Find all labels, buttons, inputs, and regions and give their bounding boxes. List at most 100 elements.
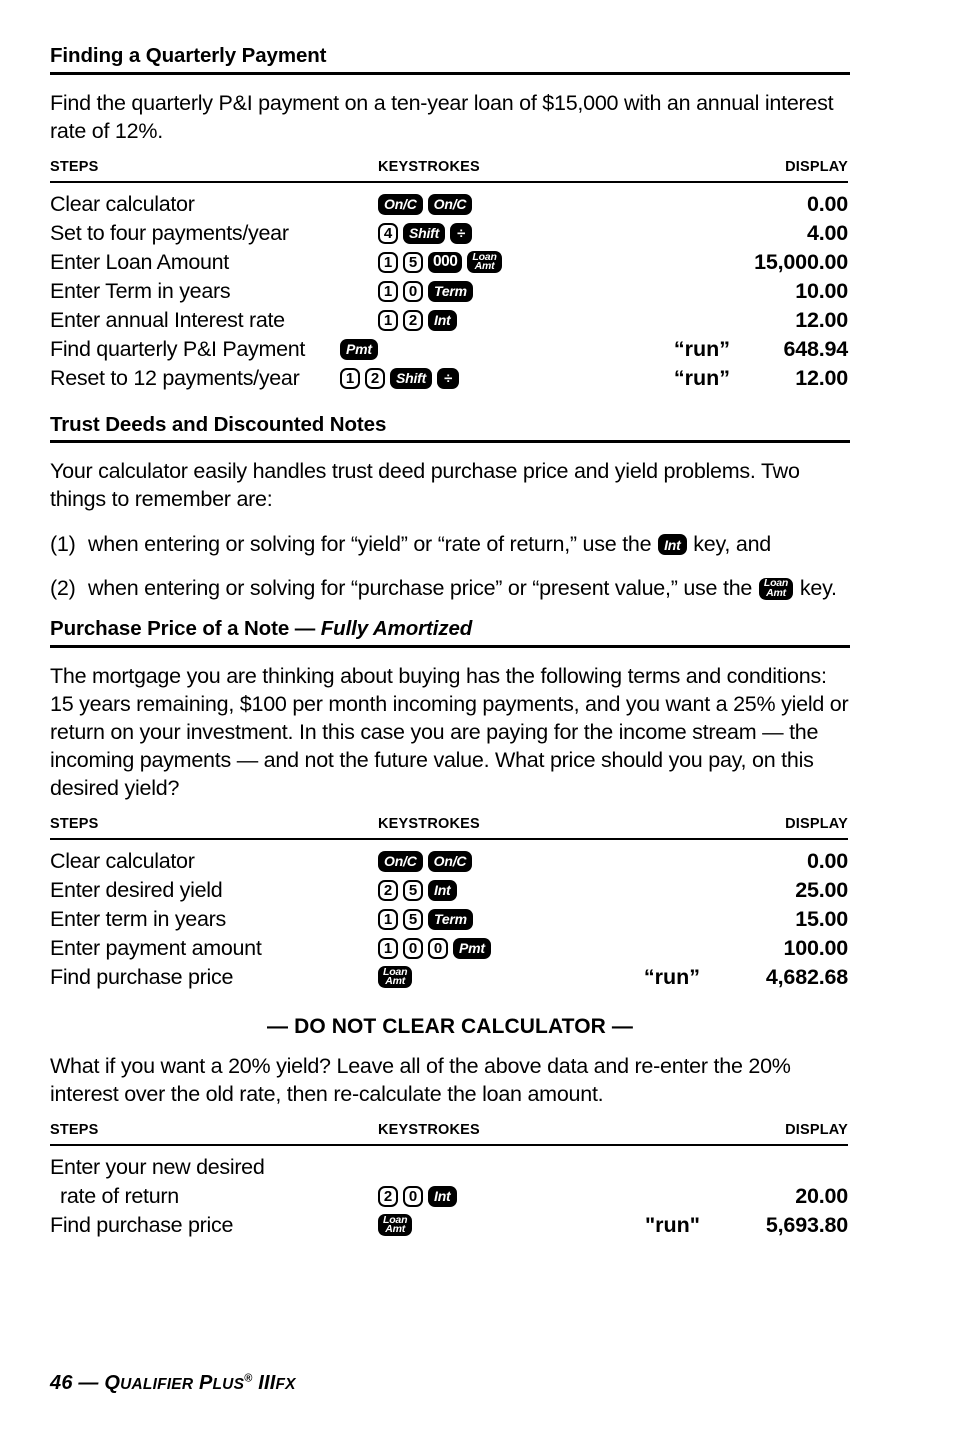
display-value: 4,682.68 (765, 964, 848, 989)
step-label: rate of return (60, 1183, 179, 1208)
display-value: 12.00 (795, 307, 848, 332)
intro-paragraph-quarterly-payment: Find the quarterly P&I payment on a ten-… (50, 90, 834, 143)
loan-amt-key-icon: Loan Amt (378, 1214, 413, 1237)
divide-key-icon: ÷ (437, 367, 460, 389)
column-header-steps: STEPS (50, 1121, 99, 1138)
on-c-key-icon: On/C (378, 850, 423, 872)
digit-key-0: 0 (403, 937, 423, 959)
column-header-steps: STEPS (50, 815, 99, 832)
digit-key-4: 4 (378, 222, 398, 244)
digit-key-1: 1 (378, 908, 398, 930)
footer-model-fx: FX (275, 1376, 296, 1393)
loan-amt-key-line2: Amt (385, 1223, 406, 1236)
digit-key-2: 2 (378, 879, 398, 901)
keystroke-sequence: Loan Amt (378, 1211, 413, 1240)
column-header-display: DISPLAY (785, 815, 848, 832)
column-header-keystrokes: KEYSTROKES (378, 815, 480, 832)
run-indicator: "run" (644, 1212, 700, 1237)
digit-key-1: 1 (378, 251, 398, 273)
shift-key-icon: Shift (403, 222, 446, 244)
table-row: Reset to 12 payments/year 1 2 Shift ÷ “run” 12… (50, 364, 848, 393)
table-row: Clear calculator On/C On/C 0.00 (50, 847, 848, 876)
keystroke-table-new-yield: STEPS KEYSTROKES DISPLAY Enter your new … (50, 1122, 848, 1240)
list-item-text-after: key. (794, 576, 837, 601)
list-item-text-after: key, and (687, 532, 771, 557)
shift-key-icon: Shift (390, 367, 433, 389)
step-label: Reset to 12 payments/year (50, 365, 300, 390)
footer-brand-p: P (193, 1372, 213, 1394)
table-row: rate of return 2 0 Int 20.00 (50, 1182, 848, 1211)
section-heading-italic: Fully Amortized (320, 617, 473, 641)
keystroke-sequence: Pmt (340, 335, 378, 364)
table-row: Find purchase price Loan Amt "run" 5,693.80 (50, 1211, 848, 1240)
digit-key-5: 5 (403, 251, 423, 273)
list-item: (1) when entering or solving for “yield”… (50, 529, 850, 560)
table-row: Enter annual Interest rate 1 2 Int 12.00 (50, 306, 848, 335)
step-label: Find quarterly P&I Payment (50, 336, 306, 361)
display-value: 15.00 (795, 906, 848, 931)
on-c-key-icon: On/C (378, 193, 423, 215)
intro-paragraph-purchase-price: The mortgage you are thinking about buyi… (50, 663, 849, 800)
column-header-steps: STEPS (50, 158, 99, 175)
keystroke-sequence: 2 5 Int (378, 876, 457, 905)
keystroke-sequence: 1 5 000 Loan Amt (378, 248, 502, 277)
display-value: 20.00 (795, 1183, 848, 1208)
table-row: Find purchase price Loan Amt “run” 4,682.68 (50, 963, 848, 992)
digit-key-1: 1 (378, 937, 398, 959)
display-value: 4.00 (806, 220, 848, 245)
display-value: 100.00 (783, 935, 848, 960)
digit-key-2: 2 (403, 309, 423, 331)
keystroke-sequence: On/C On/C (378, 190, 473, 219)
list-item: (2) when entering or solving for “purcha… (50, 573, 850, 604)
display-value: 15,000.00 (754, 249, 848, 274)
list-item-text-before: when entering or solving for “yield” or … (88, 532, 658, 557)
int-key-icon: Int (428, 309, 457, 331)
keystroke-table-purchase-price: STEPS KEYSTROKES DISPLAY Clear calculato… (50, 816, 848, 992)
digit-key-5: 5 (403, 908, 423, 930)
term-key-icon: Term (428, 280, 473, 302)
on-c-key-icon: On/C (427, 193, 473, 215)
table-row: Enter desired yield 2 5 Int 25.00 (50, 876, 848, 905)
digit-key-5: 5 (403, 879, 423, 901)
display-value: 0.00 (806, 191, 848, 216)
triple-zero-key-icon: 000 (428, 251, 463, 273)
digit-key-0: 0 (428, 937, 448, 959)
section-heading-prefix: Purchase Price of a Note — (50, 617, 321, 641)
list-item-text-before: when entering or solving for “purchase p… (88, 576, 758, 601)
table-row: Enter payment amount 1 0 0 Pmt 100.00 (50, 934, 848, 963)
column-header-keystrokes: KEYSTROKES (378, 1121, 480, 1138)
table-body: Clear calculator On/C On/C 0.00 Enter desire… (50, 840, 848, 992)
keystroke-sequence: 1 2 Shift ÷ (340, 364, 460, 393)
step-label: Set to four payments/year (50, 220, 289, 245)
digit-key-1: 1 (378, 309, 398, 331)
digit-key-0: 0 (403, 1185, 423, 1207)
table-row: Enter your new desired (50, 1153, 848, 1182)
step-label: Clear calculator (50, 191, 195, 216)
digit-key-1: 1 (340, 367, 360, 389)
run-indicator: “run” (673, 365, 730, 390)
step-label: Enter term in years (50, 906, 226, 931)
step-label: Clear calculator (50, 848, 195, 873)
display-value: 0.00 (806, 848, 848, 873)
table-row: Clear calculator On/C On/C 0.00 (50, 190, 848, 219)
step-label: Enter Term in years (50, 278, 231, 303)
table-row: Enter Term in years 1 0 Term 10.00 (50, 277, 848, 306)
section-heading-purchase-price: Purchase Price of a Note — Fully Amortiz… (50, 617, 850, 648)
keystroke-table-quarterly-payment: STEPS KEYSTROKES DISPLAY Clear calculato… (50, 159, 848, 393)
keystroke-sequence: 1 0 0 Pmt (378, 934, 491, 963)
list-marker: (2) (50, 576, 76, 601)
keystroke-sequence: Loan Amt (378, 963, 413, 992)
section-heading-trust-deeds: Trust Deeds and Discounted Notes (50, 413, 850, 444)
int-key-icon: Int (428, 1185, 457, 1207)
footer-brand-ualifier: UALIFIER (120, 1376, 194, 1393)
digit-key-1: 1 (378, 280, 398, 302)
pmt-key-icon: Pmt (453, 937, 491, 959)
keystroke-sequence: 4 Shift ÷ (378, 219, 473, 248)
column-header-display: DISPLAY (785, 158, 848, 175)
footer-dash: — (72, 1372, 105, 1394)
pmt-key-icon: Pmt (340, 338, 378, 360)
digit-key-2: 2 (378, 1185, 398, 1207)
run-indicator: “run” (643, 964, 700, 989)
step-label: Find purchase price (50, 964, 234, 989)
table-header-row: STEPS KEYSTROKES DISPLAY (50, 159, 848, 183)
